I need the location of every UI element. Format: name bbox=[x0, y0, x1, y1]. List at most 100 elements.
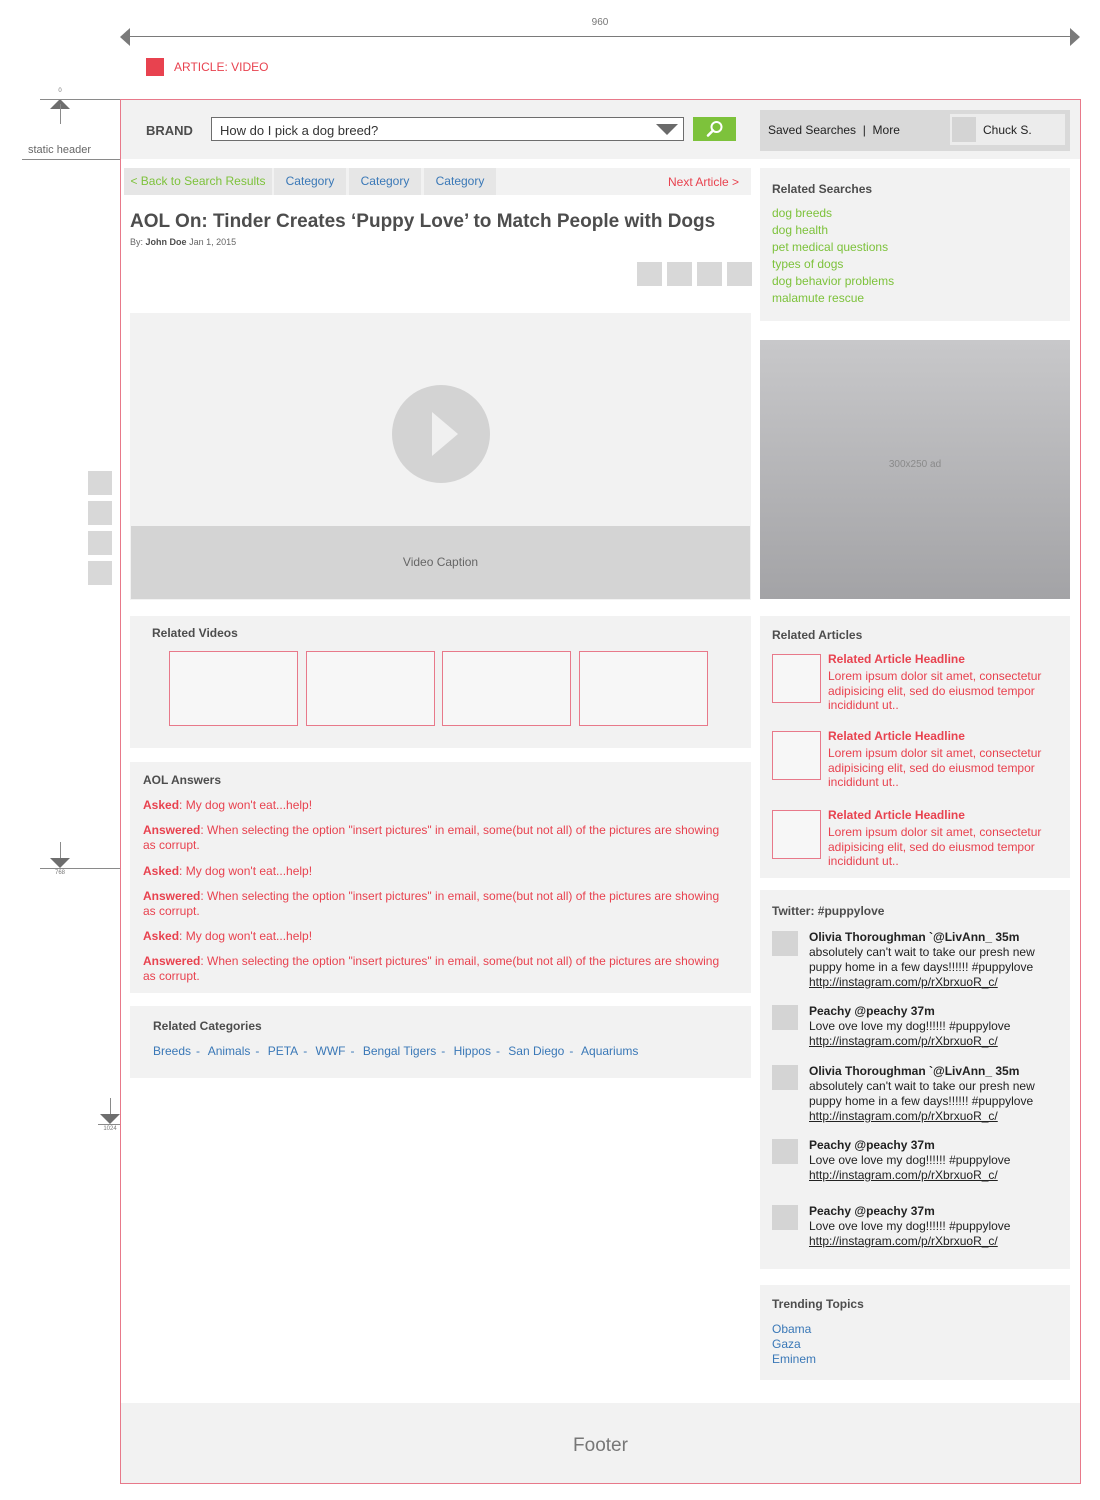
side-share-button[interactable] bbox=[88, 471, 112, 495]
ad-slot-label: 300x250 ad bbox=[888, 459, 942, 470]
marker-top-stem bbox=[60, 104, 61, 124]
marker-low-stem bbox=[110, 1098, 111, 1114]
related-categories-list: Breeds - Animals - PETA - WWF - Bengal Tiger… bbox=[153, 1044, 639, 1058]
user-links: Saved Searches | More bbox=[768, 123, 900, 137]
tweet-avatar[interactable] bbox=[772, 931, 798, 956]
answer-item[interactable]: Answered: When selecting the option "ins… bbox=[143, 823, 733, 853]
tweet-avatar[interactable] bbox=[772, 1065, 798, 1090]
answer-label: Asked bbox=[143, 798, 180, 812]
side-share-button[interactable] bbox=[88, 501, 112, 525]
user-name[interactable]: Chuck S. bbox=[983, 123, 1032, 137]
tweet-link[interactable]: http://instagram.com/p/rXbrxuoR_c/ bbox=[809, 1034, 998, 1048]
answer-text: : When selecting the option "insert pict… bbox=[143, 823, 720, 852]
article-title: AOL On: Tinder Creates ‘Puppy Love’ to M… bbox=[130, 211, 716, 232]
tweet-body: absolutely can't wait to take our presh … bbox=[809, 945, 1049, 990]
related-categories-title: Related Categories bbox=[153, 1019, 262, 1033]
tweet-avatar[interactable] bbox=[772, 1005, 798, 1030]
trending-topic-link[interactable]: Eminem bbox=[772, 1352, 816, 1366]
answer-item[interactable]: Asked: My dog won't eat...help! bbox=[143, 929, 733, 944]
nav-category-tab[interactable]: Category bbox=[349, 168, 421, 195]
related-search-link[interactable]: dog health bbox=[772, 223, 828, 237]
related-article-thumbnail[interactable] bbox=[772, 654, 821, 703]
answer-item[interactable]: Asked: My dog won't eat...help! bbox=[143, 798, 733, 813]
tweet-link[interactable]: http://instagram.com/p/rXbrxuoR_c/ bbox=[809, 1168, 998, 1182]
category-link[interactable]: Aquariums bbox=[581, 1044, 638, 1058]
answer-label: Asked bbox=[143, 864, 180, 878]
static-header-label: static header bbox=[28, 144, 91, 156]
tweet-author[interactable]: Peachy @peachy 37m bbox=[809, 1204, 935, 1218]
related-video-thumbnail[interactable] bbox=[579, 651, 708, 726]
tweet-link[interactable]: http://instagram.com/p/rXbrxuoR_c/ bbox=[809, 1234, 998, 1248]
related-search-link[interactable]: dog behavior problems bbox=[772, 274, 894, 288]
legend-label: ARTICLE: VIDEO bbox=[174, 60, 269, 74]
twitter-title: Twitter: #puppylove bbox=[772, 904, 885, 918]
trending-topic-link[interactable]: Gaza bbox=[772, 1337, 801, 1351]
related-video-thumbnail[interactable] bbox=[442, 651, 571, 726]
nav-category-tab[interactable]: Category bbox=[424, 168, 496, 195]
side-share-button[interactable] bbox=[88, 561, 112, 585]
nav-category-tab[interactable]: Category bbox=[274, 168, 346, 195]
tweet-author[interactable]: Olivia Thoroughman `@LivAnn_ 35m bbox=[809, 930, 1019, 944]
search-dropdown-caret-icon[interactable] bbox=[656, 124, 678, 135]
aol-answers-title: AOL Answers bbox=[143, 773, 222, 787]
related-search-link[interactable]: malamute rescue bbox=[772, 291, 864, 305]
byline-author[interactable]: John Doe bbox=[146, 237, 187, 247]
related-video-thumbnail[interactable] bbox=[169, 651, 298, 726]
related-search-link[interactable]: pet medical questions bbox=[772, 240, 888, 254]
next-article-link[interactable]: Next Article > bbox=[668, 175, 739, 189]
legend-swatch bbox=[146, 58, 164, 76]
category-link[interactable]: PETA bbox=[268, 1044, 298, 1058]
category-link[interactable]: WWF bbox=[316, 1044, 346, 1058]
tweet-author[interactable]: Peachy @peachy 37m bbox=[809, 1004, 935, 1018]
related-search-link[interactable]: types of dogs bbox=[772, 257, 843, 271]
footer-label: Footer bbox=[573, 1435, 628, 1456]
link-divider: | bbox=[859, 123, 870, 137]
article-byline: By: John Doe Jan 1, 2015 bbox=[130, 237, 236, 247]
marker-mid-line bbox=[40, 868, 120, 869]
category-link[interactable]: Hippos bbox=[454, 1044, 491, 1058]
answer-item[interactable]: Asked: My dog won't eat...help! bbox=[143, 864, 733, 879]
share-button[interactable] bbox=[667, 262, 692, 286]
search-button[interactable] bbox=[693, 117, 736, 141]
category-link[interactable]: Breeds bbox=[153, 1044, 191, 1058]
related-article-thumbnail[interactable] bbox=[772, 731, 821, 780]
category-link[interactable]: Animals bbox=[208, 1044, 251, 1058]
search-icon bbox=[706, 121, 723, 137]
search-input-value[interactable]: How do I pick a dog breed? bbox=[220, 123, 378, 138]
share-button[interactable] bbox=[637, 262, 662, 286]
tweet-link[interactable]: http://instagram.com/p/rXbrxuoR_c/ bbox=[809, 1109, 998, 1123]
share-button[interactable] bbox=[727, 262, 752, 286]
brand-logo[interactable]: BRAND bbox=[146, 123, 193, 138]
share-button[interactable] bbox=[697, 262, 722, 286]
tweet-avatar[interactable] bbox=[772, 1139, 798, 1164]
back-to-results-link[interactable]: < Back to Search Results bbox=[124, 168, 272, 195]
answer-item[interactable]: Answered: When selecting the option "ins… bbox=[143, 889, 733, 919]
tweet-text: absolutely can't wait to take our presh … bbox=[809, 945, 1035, 974]
marker-mid-arrow-icon bbox=[50, 858, 70, 868]
related-video-thumbnail[interactable] bbox=[306, 651, 435, 726]
answer-item[interactable]: Answered: When selecting the option "ins… bbox=[143, 954, 733, 984]
answer-text: : My dog won't eat...help! bbox=[179, 929, 313, 943]
trending-topic-link[interactable]: Obama bbox=[772, 1322, 811, 1336]
related-article-headline[interactable]: Related Article Headline bbox=[828, 729, 965, 743]
related-search-link[interactable]: dog breeds bbox=[772, 206, 832, 220]
related-article-thumbnail[interactable] bbox=[772, 810, 821, 859]
related-article-headline[interactable]: Related Article Headline bbox=[828, 808, 965, 822]
related-article-headline[interactable]: Related Article Headline bbox=[828, 652, 965, 666]
saved-searches-link[interactable]: Saved Searches bbox=[768, 123, 856, 137]
tweet-link[interactable]: http://instagram.com/p/rXbrxuoR_c/ bbox=[809, 975, 998, 989]
category-link[interactable]: Bengal Tigers bbox=[363, 1044, 436, 1058]
related-article-excerpt: Lorem ipsum dolor sit amet, consectetur … bbox=[828, 825, 1042, 869]
tweet-avatar[interactable] bbox=[772, 1205, 798, 1230]
tweet-body: Love ove love my dog!!!!!! #puppylove htt… bbox=[809, 1153, 1049, 1183]
related-articles-title: Related Articles bbox=[772, 628, 863, 642]
tweet-author[interactable]: Peachy @peachy 37m bbox=[809, 1138, 935, 1152]
static-header-line bbox=[22, 159, 120, 160]
answer-text: : My dog won't eat...help! bbox=[179, 798, 313, 812]
tweet-author[interactable]: Olivia Thoroughman `@LivAnn_ 35m bbox=[809, 1064, 1019, 1078]
side-share-button[interactable] bbox=[88, 531, 112, 555]
answer-label: Asked bbox=[143, 929, 180, 943]
tweet-text: Love ove love my dog!!!!!! #puppylove bbox=[809, 1153, 1011, 1167]
category-link[interactable]: San Diego bbox=[508, 1044, 564, 1058]
more-link[interactable]: More bbox=[873, 123, 900, 137]
